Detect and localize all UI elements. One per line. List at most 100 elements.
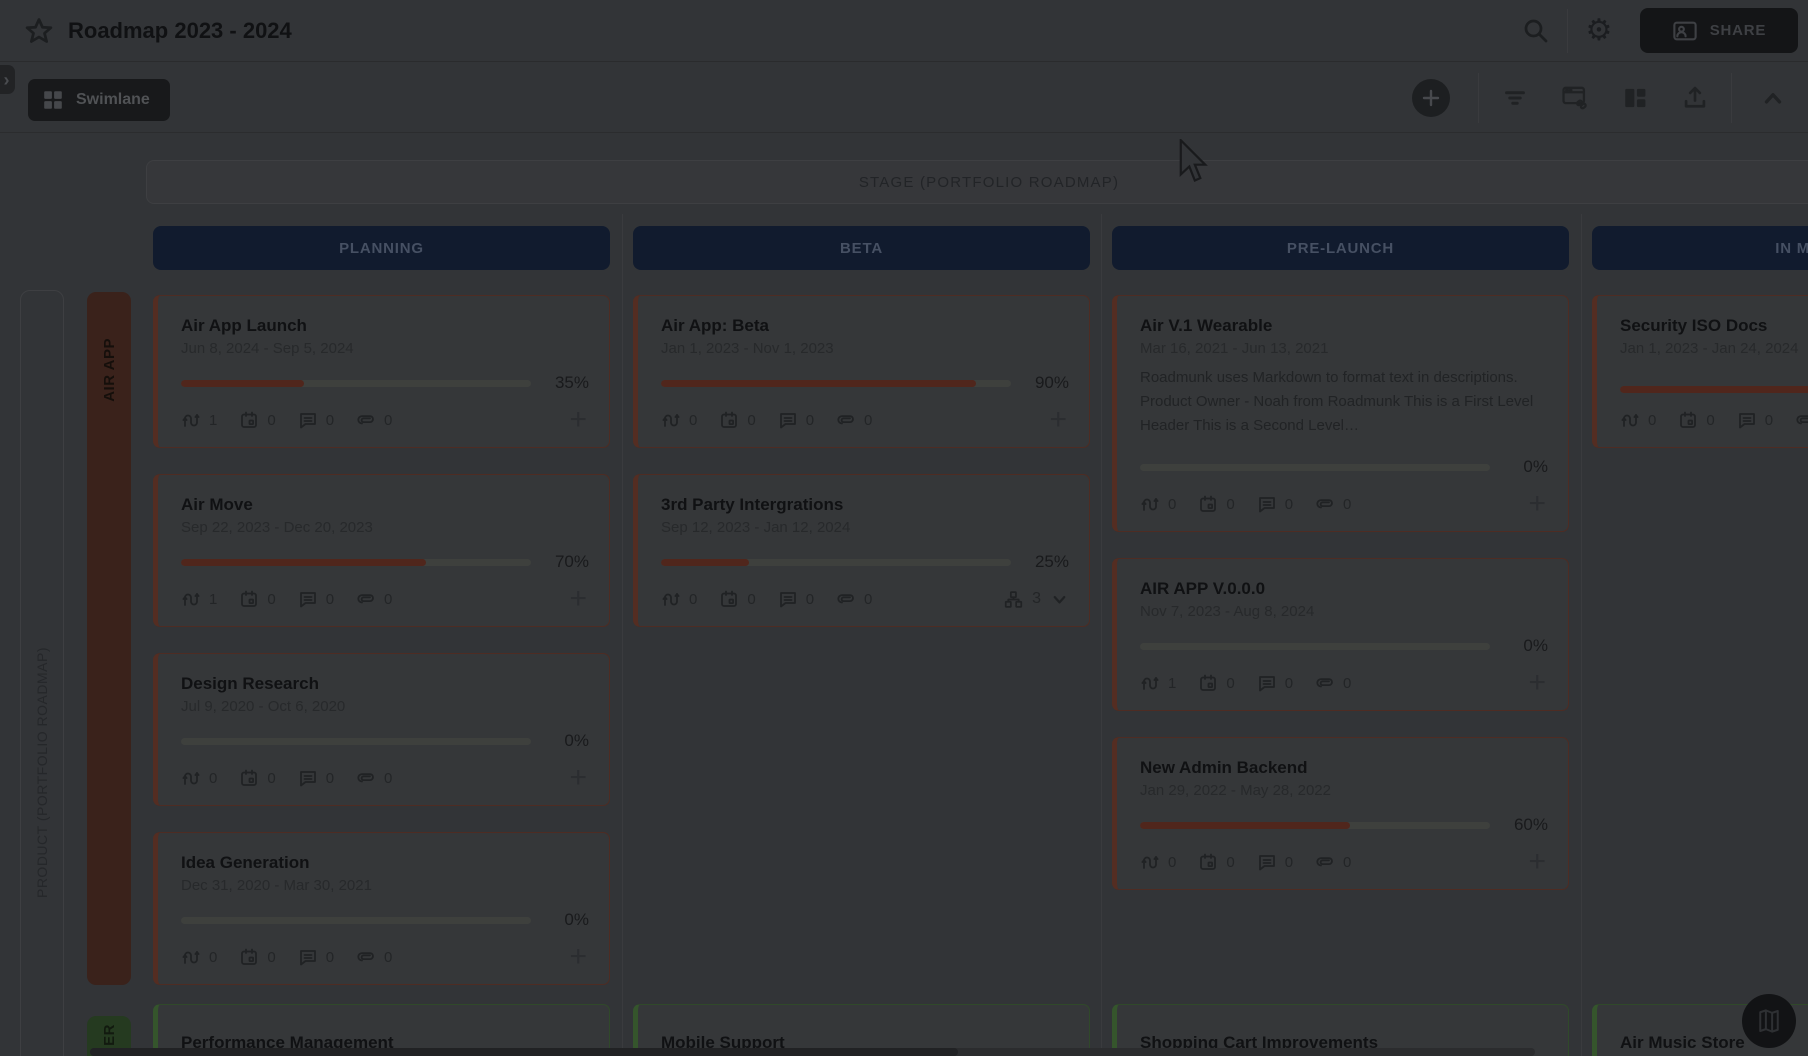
meta-count-value: 0 xyxy=(1343,854,1351,871)
paperclip-icon-count[interactable]: 0 xyxy=(836,410,872,430)
calendar-icon-count[interactable]: 0 xyxy=(239,947,275,967)
pivot-label: PRODUCT (PORTFOLIO ROADMAP) xyxy=(34,647,50,898)
paperclip-icon-count[interactable]: 0 xyxy=(356,589,392,609)
comment-icon xyxy=(1257,494,1277,514)
calendar-icon xyxy=(719,410,739,430)
calendar-icon-count[interactable]: 0 xyxy=(719,589,755,609)
calendar-icon xyxy=(239,947,259,967)
settings-button[interactable]: ⚙ xyxy=(1576,8,1622,54)
activity-icon-count[interactable]: 1 xyxy=(181,410,217,430)
card-add-button[interactable]: + xyxy=(1049,408,1069,432)
paperclip-icon-count[interactable]: 0 xyxy=(356,768,392,788)
paperclip-icon-count[interactable]: 0 xyxy=(356,947,392,967)
card-add-button[interactable]: + xyxy=(569,766,589,790)
calendar-icon xyxy=(1198,852,1218,872)
sub-items-toggle[interactable]: 3 xyxy=(1004,590,1069,609)
column-divider xyxy=(622,214,623,1056)
activity-icon-count[interactable]: 0 xyxy=(661,410,697,430)
card-add-button[interactable]: + xyxy=(1528,671,1548,695)
export-button[interactable] xyxy=(1665,73,1725,123)
calendar-icon-count[interactable]: 0 xyxy=(719,410,755,430)
card-add-button[interactable]: + xyxy=(1528,492,1548,516)
filter-button[interactable] xyxy=(1485,73,1545,123)
comment-icon-count[interactable]: 0 xyxy=(1257,494,1293,514)
roadmunk-logo-button[interactable] xyxy=(1742,994,1796,1048)
roadmap-item-card[interactable]: Air V.1 Wearable Mar 16, 2021 - Jun 13, … xyxy=(1112,295,1569,532)
card-date-range: Dec 31, 2020 - Mar 30, 2021 xyxy=(181,877,589,894)
search-button[interactable] xyxy=(1513,8,1559,54)
comment-icon-count[interactable]: 0 xyxy=(778,589,814,609)
roadmap-item-card[interactable]: Design Research Jul 9, 2020 - Oct 6, 202… xyxy=(153,653,610,806)
column-header-in-market[interactable]: IN MARKET xyxy=(1592,226,1808,270)
calendar-icon-count[interactable]: 0 xyxy=(1198,852,1234,872)
roadmap-item-card[interactable]: Air Move Sep 22, 2023 - Dec 20, 2023 70%… xyxy=(153,474,610,627)
column-header-beta[interactable]: BETA xyxy=(633,226,1090,270)
comment-icon-count[interactable]: 0 xyxy=(778,410,814,430)
activity-icon-count[interactable]: 0 xyxy=(1140,852,1176,872)
collapse-toolbar-button[interactable] xyxy=(1738,73,1808,123)
calendar-icon-count[interactable]: 0 xyxy=(239,589,275,609)
view-switcher-swimlane[interactable]: Swimlane xyxy=(28,79,170,121)
expand-sidebar-button[interactable]: › xyxy=(0,65,15,94)
view-grid-icon xyxy=(42,89,64,111)
paperclip-icon-count[interactable]: 0 xyxy=(1795,410,1808,430)
activity-icon-count[interactable]: 1 xyxy=(181,589,217,609)
meta-count-value: 0 xyxy=(1648,412,1656,429)
horizontal-scrollbar[interactable] xyxy=(90,1048,1535,1056)
meta-count-value: 0 xyxy=(864,412,872,429)
activity-icon-count[interactable]: 0 xyxy=(1620,410,1656,430)
comment-icon xyxy=(1257,852,1277,872)
swimlane-label-air-app[interactable]: AIR APP xyxy=(87,292,131,985)
roadmap-item-card[interactable]: Air App Launch Jun 8, 2024 - Sep 5, 2024… xyxy=(153,295,610,448)
card-add-button[interactable]: + xyxy=(569,408,589,432)
calendar-icon-count[interactable]: 0 xyxy=(239,410,275,430)
card-add-button[interactable]: + xyxy=(569,945,589,969)
roadmap-item-card[interactable]: Security ISO Docs Jan 1, 2023 - Jan 24, … xyxy=(1592,295,1808,448)
activity-icon-count[interactable]: 0 xyxy=(181,768,217,788)
roadmap-item-card[interactable]: AIR APP V.0.0.0 Nov 7, 2023 - Aug 8, 202… xyxy=(1112,558,1569,711)
meta-count-value: 0 xyxy=(1226,496,1234,513)
paperclip-icon xyxy=(356,768,376,788)
meta-count-value: 0 xyxy=(689,412,697,429)
paperclip-icon-count[interactable]: 0 xyxy=(1315,852,1351,872)
scrollbar-thumb[interactable] xyxy=(90,1048,958,1056)
column-header-pre-launch[interactable]: PRE-LAUNCH xyxy=(1112,226,1569,270)
share-button[interactable]: SHARE xyxy=(1640,8,1798,53)
activity-icon-count[interactable]: 0 xyxy=(181,947,217,967)
star-icon[interactable] xyxy=(24,16,54,46)
roadmap-item-card[interactable]: Air App: Beta Jan 1, 2023 - Nov 1, 2023 … xyxy=(633,295,1090,448)
paperclip-icon-count[interactable]: 0 xyxy=(1315,494,1351,514)
gear-icon: ⚙ xyxy=(1586,16,1613,46)
activity-icon-count[interactable]: 0 xyxy=(661,589,697,609)
activity-icon-count[interactable]: 0 xyxy=(1140,494,1176,514)
paperclip-icon-count[interactable]: 0 xyxy=(1315,673,1351,693)
comment-icon-count[interactable]: 0 xyxy=(1737,410,1773,430)
card-meta-row: 1 0 0 0 + xyxy=(181,585,589,613)
add-item-button[interactable] xyxy=(1412,79,1450,117)
comment-icon-count[interactable]: 0 xyxy=(298,947,334,967)
column-header-planning[interactable]: PLANNING xyxy=(153,226,610,270)
paperclip-icon-count[interactable]: 0 xyxy=(836,589,872,609)
comment-icon-count[interactable]: 0 xyxy=(298,589,334,609)
card-add-button[interactable]: + xyxy=(1528,850,1548,874)
calendar-icon-count[interactable]: 0 xyxy=(239,768,275,788)
layout-button[interactable] xyxy=(1605,73,1665,123)
roadmap-item-card[interactable]: 3rd Party Intergrations Sep 12, 2023 - J… xyxy=(633,474,1090,627)
comment-icon-count[interactable]: 0 xyxy=(1257,673,1293,693)
calendar-icon-count[interactable]: 0 xyxy=(1678,410,1714,430)
meta-count-value: 0 xyxy=(1168,496,1176,513)
comment-icon-count[interactable]: 0 xyxy=(1257,852,1293,872)
card-add-button[interactable]: + xyxy=(569,587,589,611)
roadmap-item-card[interactable]: Idea Generation Dec 31, 2020 - Mar 30, 2… xyxy=(153,832,610,985)
paperclip-icon-count[interactable]: 0 xyxy=(356,410,392,430)
roadmap-item-card[interactable]: New Admin Backend Jan 29, 2022 - May 28,… xyxy=(1112,737,1569,890)
card-title: AIR APP V.0.0.0 xyxy=(1140,578,1548,600)
integrations-icon xyxy=(1561,84,1589,112)
comment-icon-count[interactable]: 0 xyxy=(298,768,334,788)
calendar-icon-count[interactable]: 0 xyxy=(1198,673,1234,693)
integrations-button[interactable] xyxy=(1545,73,1605,123)
meta-count-value: 0 xyxy=(384,949,392,966)
comment-icon-count[interactable]: 0 xyxy=(298,410,334,430)
calendar-icon-count[interactable]: 0 xyxy=(1198,494,1234,514)
activity-icon-count[interactable]: 1 xyxy=(1140,673,1176,693)
